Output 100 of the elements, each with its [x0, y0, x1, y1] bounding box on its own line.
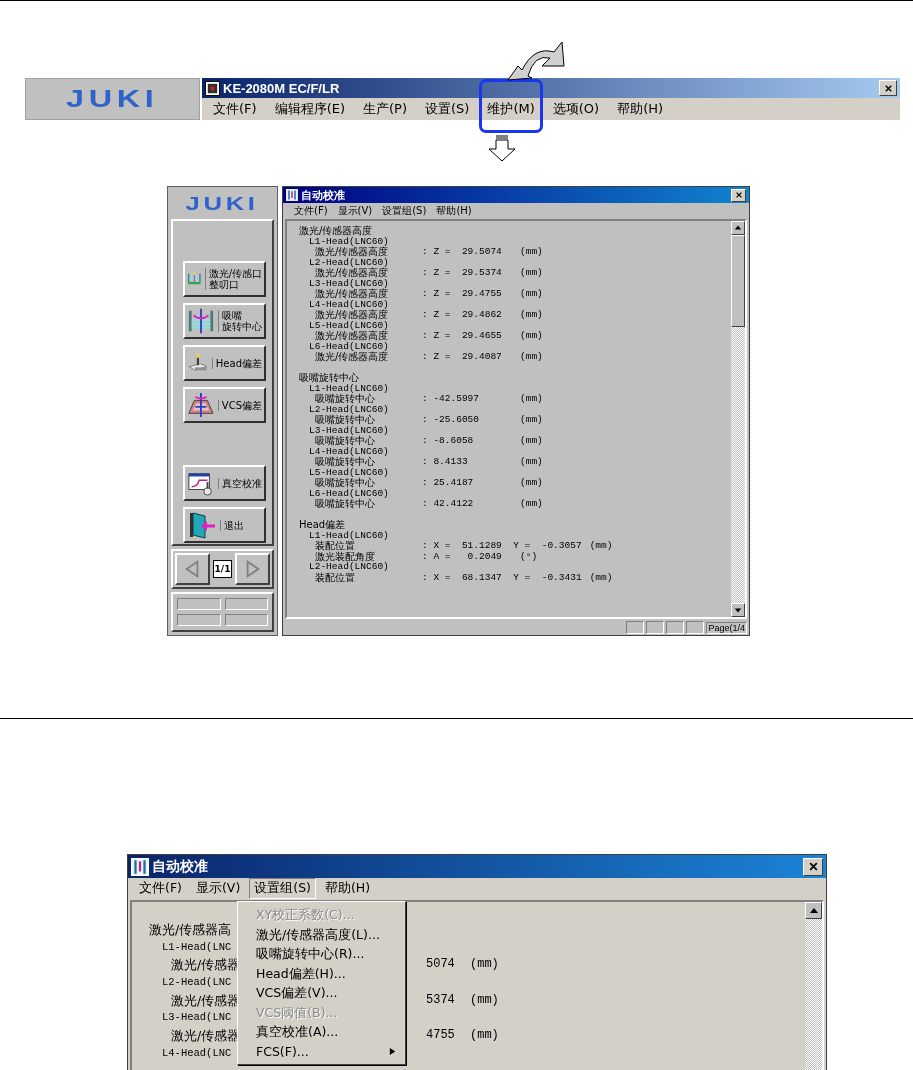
section-heading: 激光/传感器高	[149, 921, 232, 939]
blank-key[interactable]	[177, 614, 221, 626]
menu-option[interactable]: FCS(F)...	[238, 1041, 405, 1061]
field-label: 装配位置	[315, 540, 355, 551]
head-label: L3-Head(LNC	[162, 1010, 232, 1026]
menu-item[interactable]: 显示(V)	[190, 878, 246, 899]
page-status: Page(1/4	[706, 621, 747, 634]
field-label: 吸嘴旋转中心	[315, 477, 375, 488]
head-label: L5-Head(LNC60)	[309, 467, 389, 478]
side-button[interactable]: 真空校准	[183, 465, 266, 501]
menu-item[interactable]: 选项(O)	[547, 98, 605, 120]
menu-item[interactable]: 帮助(H)	[612, 98, 669, 120]
side-button[interactable]: 吸嘴 旋转中心	[183, 303, 266, 339]
field-label: 吸嘴旋转中心	[315, 435, 375, 446]
field-label: 激光/传感器高度	[315, 309, 389, 320]
field-label: 激光/传感器高度	[315, 330, 389, 341]
unit-label: (mm)	[520, 394, 543, 405]
unit-label: (mm)	[470, 956, 499, 974]
head-label: L4-Head(LNC60)	[309, 299, 389, 310]
close-button[interactable]	[731, 188, 746, 202]
blank-key[interactable]	[224, 614, 268, 626]
head-label: L2-Head(LNC60)	[309, 257, 389, 268]
close-icon	[734, 191, 743, 199]
close-button[interactable]	[803, 857, 823, 876]
menu-item[interactable]: 帮助(H)	[319, 878, 376, 899]
field-value: : Z = 29.4087	[422, 352, 503, 363]
logo: JUKI	[66, 87, 159, 111]
head-label: L2-Head(LNC60)	[309, 562, 389, 572]
menu-item[interactable]: 帮助(H)	[431, 201, 477, 220]
menu-item[interactable]: 文件(F)	[289, 201, 333, 220]
window-title: KE-2080M EC/F/LR	[223, 80, 340, 96]
unit-label: (mm)	[520, 247, 543, 258]
head-label: L6-Head(LNC60)	[309, 488, 389, 499]
page-number: 1/1	[212, 560, 233, 578]
app-icon	[131, 857, 149, 876]
side-button[interactable]: 激光/传感口 整叨口	[183, 261, 266, 297]
previous-button[interactable]	[175, 553, 210, 585]
blank-key[interactable]	[224, 598, 268, 610]
scroll-up-button[interactable]	[805, 902, 822, 919]
close-button[interactable]	[879, 80, 897, 96]
field-value: : 25.4187	[422, 478, 475, 489]
field-value: : X = 51.1289 Y = -0.3057	[422, 541, 582, 552]
head-label: L4-Head(LNC60)	[309, 446, 389, 457]
unit-label: (mm)	[520, 457, 543, 468]
next-button[interactable]	[235, 553, 270, 585]
unit-label: (mm)	[470, 991, 499, 1009]
menu-item[interactable]: 显示(V)	[332, 201, 378, 220]
unit-label: (mm)	[520, 310, 543, 321]
submenu-arrow-icon	[388, 1046, 397, 1056]
unit-label: (mm)	[520, 331, 543, 342]
unit-label: (mm)	[470, 1027, 499, 1045]
menu-option[interactable]: 激光/传感器高度(L)...	[238, 924, 405, 944]
app-icon	[286, 189, 298, 201]
field-label: 激光/传感器高度	[315, 267, 389, 278]
menu-item[interactable]: 维护(M)	[482, 98, 540, 120]
field-value: : 42.4122	[422, 499, 475, 510]
blank-key[interactable]	[177, 598, 221, 610]
triangle-down-icon	[734, 606, 742, 614]
field-value: : -25.6050	[422, 415, 480, 426]
tray-icon	[187, 390, 215, 420]
menu-option: XY校正系数(C)...	[238, 905, 405, 925]
status-cell	[686, 621, 705, 634]
unit-label: (mm)	[520, 478, 543, 489]
field-value: : A = 0.2049	[422, 551, 503, 562]
side-button[interactable]: Head偏差	[183, 345, 266, 381]
menu-item[interactable]: 设置(S)	[419, 98, 475, 120]
status-cell	[646, 621, 665, 634]
menu-item[interactable]: 设置组(S)	[249, 878, 316, 899]
head-label: L5-Head(LNC60)	[309, 320, 389, 331]
unit-label: (mm)	[520, 268, 543, 279]
menu-option[interactable]: VCS偏差(V)...	[238, 983, 405, 1003]
scroll-thumb[interactable]	[731, 235, 745, 327]
unit-label: (mm)	[520, 436, 543, 447]
unit-label: (mm)	[520, 352, 543, 363]
side-button[interactable]: VCS偏差	[183, 387, 266, 423]
scroll-up-button[interactable]	[731, 221, 745, 235]
down-arrow	[487, 135, 517, 162]
menu-item[interactable]: 文件(F)	[208, 98, 262, 120]
menu-item[interactable]: 编辑程序(E)	[269, 98, 350, 120]
menu-item[interactable]: 文件(F)	[134, 878, 187, 899]
field-value: : Z = 29.4655	[422, 331, 503, 342]
menu-option[interactable]: 吸嘴旋转中心(R)...	[238, 944, 405, 964]
side-button[interactable]: 退出	[183, 507, 266, 543]
menu-option[interactable]: 真空校准(A)...	[238, 1022, 405, 1042]
status-cell	[626, 621, 645, 634]
head-label: L4-Head(LNC	[162, 1045, 232, 1061]
field-label: 装配位置	[315, 571, 355, 583]
field-value: : Z = 29.4862	[422, 310, 503, 321]
field-label: 激光装配角度	[315, 550, 375, 562]
field-value: 4755	[426, 1027, 456, 1045]
field-value: 5074	[426, 956, 456, 974]
menu-item[interactable]: 设置组(S)	[377, 201, 432, 220]
head-label: L1-Head(LNC60)	[309, 383, 389, 394]
scroll-down-button[interactable]	[731, 603, 745, 617]
menu-option[interactable]: Head偏差(H)...	[238, 963, 405, 983]
head-label: L3-Head(LNC60)	[309, 278, 389, 289]
section-heading: 激光/传感器高度	[299, 226, 373, 236]
menu-item[interactable]: 生产(P)	[358, 98, 412, 120]
field-label: 吸嘴旋转中心	[315, 498, 375, 509]
field-value: : X = 68.1347 Y = -0.3431	[422, 572, 582, 583]
